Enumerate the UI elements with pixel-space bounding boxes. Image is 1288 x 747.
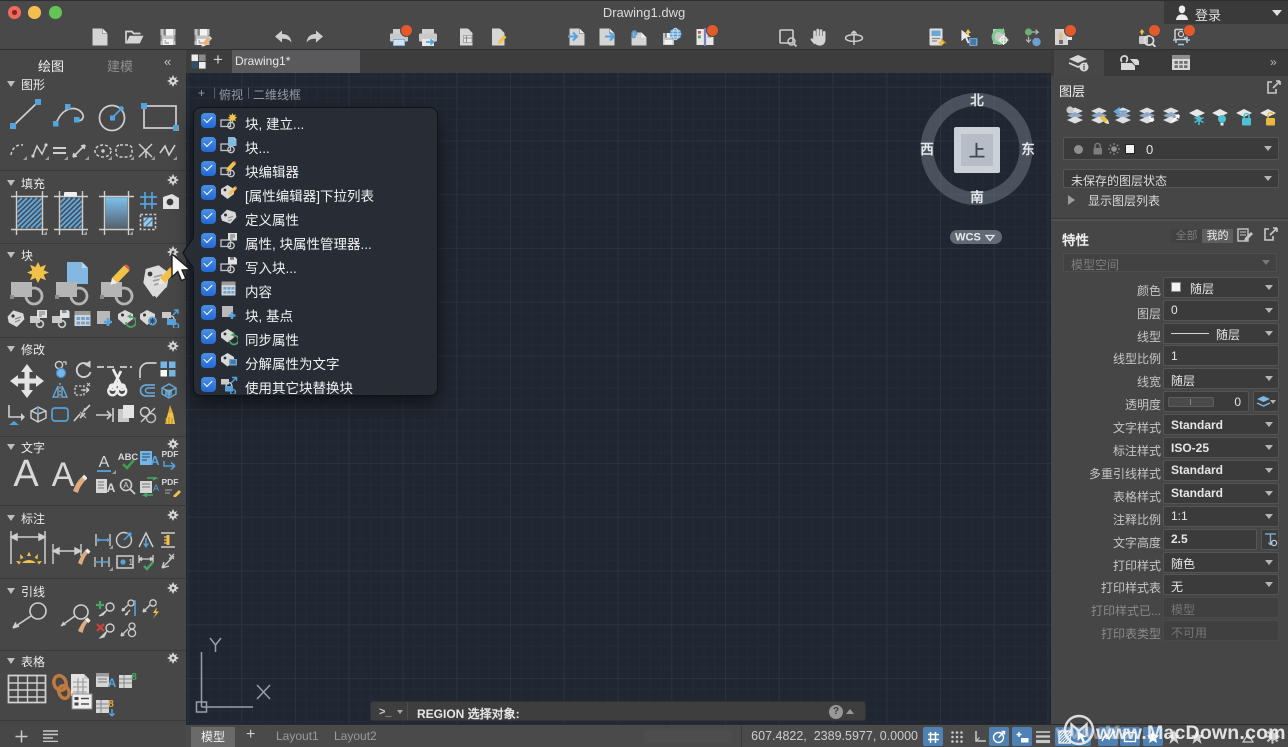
svg-text:A: A [107, 481, 116, 495]
svg-text:ABC: ABC [118, 452, 138, 463]
svg-text:北: 北 [970, 93, 984, 108]
svg-text:A: A [153, 483, 159, 493]
svg-text:A: A [52, 456, 75, 494]
svg-text:PDF: PDF [162, 449, 179, 459]
svg-text:WCS: WCS [955, 232, 981, 244]
svg-text:西: 西 [920, 142, 934, 157]
svg-text:A: A [99, 454, 110, 471]
svg-text:i: i [1083, 63, 1085, 72]
svg-text:A: A [108, 676, 117, 690]
svg-text:www.MacDown.com: www.MacDown.com [1095, 722, 1286, 744]
svg-text:南: 南 [970, 189, 984, 205]
svg-text:A: A [123, 481, 129, 490]
svg-text:A: A [150, 453, 160, 468]
svg-text:上: 上 [969, 143, 985, 161]
svg-text:A: A [13, 453, 39, 493]
svg-text:1: 1 [128, 558, 133, 567]
svg-text:PDF: PDF [162, 477, 179, 487]
svg-text:东: 东 [1021, 141, 1035, 157]
svg-text:8: 8 [108, 699, 114, 710]
svg-text:8: 8 [131, 672, 137, 683]
